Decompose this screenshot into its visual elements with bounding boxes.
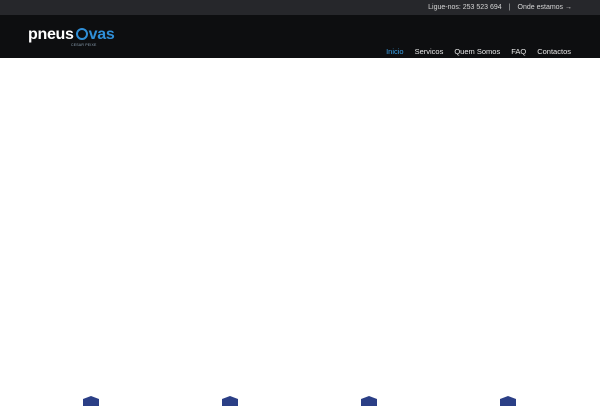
nav-item-faq[interactable]: FAQ (511, 47, 526, 56)
logo-wordmark: pneus vas (28, 26, 115, 43)
site-header: pneus vas CESAR PEIXE Inicio Servicos Qu… (0, 15, 600, 59)
logo-ring-icon (75, 28, 88, 40)
separator: | (508, 4, 511, 11)
logo-text-ovas: vas (88, 26, 115, 43)
top-bar: Ligue-nos: 253 523 694 | Onde estamos → (0, 0, 600, 15)
feature-icon (500, 396, 516, 406)
site-logo[interactable]: pneus vas CESAR PEIXE (28, 27, 124, 49)
phone-text: Ligue-nos: 253 523 694 (428, 4, 502, 11)
nav-item-servicos[interactable]: Servicos (415, 47, 444, 56)
hero-area (0, 58, 600, 392)
nav-item-contactos[interactable]: Contactos (537, 47, 571, 56)
feature-icon (222, 396, 238, 406)
location-link[interactable]: Onde estamos → (518, 4, 572, 11)
logo-text-pneus: pneus (28, 26, 74, 43)
feature-icon (83, 396, 99, 406)
feature-icons-row (0, 392, 600, 406)
logo-tagline: CESAR PEIXE (71, 43, 97, 47)
nav-item-inicio[interactable]: Inicio (386, 47, 404, 59)
nav-item-quem-somos[interactable]: Quem Somos (454, 47, 500, 56)
feature-icon (361, 396, 377, 406)
top-bar-contact: Ligue-nos: 253 523 694 | Onde estamos → (428, 0, 572, 15)
